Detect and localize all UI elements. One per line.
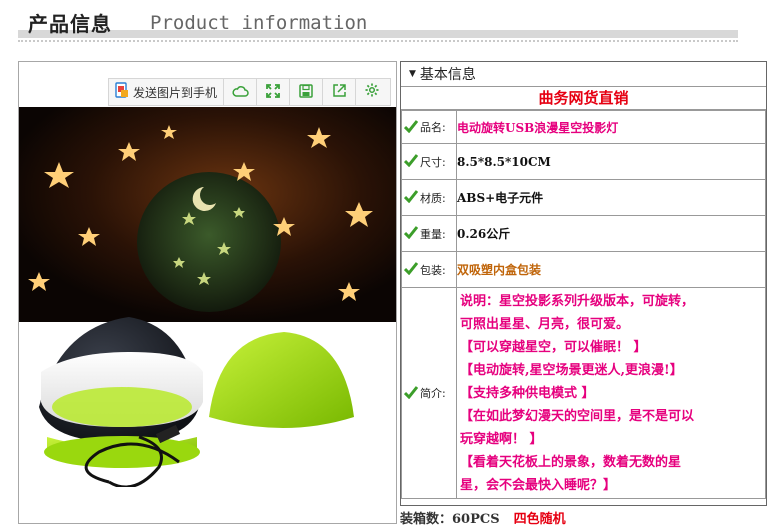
intro-line: 玩穿越啊！ 】 [460,432,543,447]
store-banner: 曲务网货直销 [401,87,766,110]
spec-label: 重量: [420,215,457,252]
spec-value: 双吸塑内盒包装 [456,251,766,288]
fullscreen-icon [266,83,280,102]
send-to-phone-button[interactable]: 发送图片到手机 [109,79,225,105]
header-divider [18,40,738,42]
cloud-button[interactable] [224,79,258,105]
product-photo [19,107,396,487]
check-icon [403,260,419,279]
fullscreen-button[interactable] [257,79,291,105]
basic-info-panel: ▼ 基本信息 曲务网货直销 品名: 电动旋转USB浪漫星空投影灯 尺寸: 8.5… [400,61,767,506]
spec-value: 0.26公斤 [456,215,766,252]
header-title-en: Product information [150,12,368,34]
color-note: 四色随机 [513,512,566,527]
send-to-phone-label: 发送图片到手机 [133,85,218,100]
check-icon [403,152,419,171]
check-icon [403,384,419,403]
save-button[interactable] [290,79,324,105]
check-icon [403,188,419,207]
spec-label: 尺寸: [420,143,457,180]
check-icon [403,224,419,243]
spec-label: 包装: [420,251,457,288]
spec-label: 简介: [420,287,457,499]
check-icon [403,118,419,137]
spec-row-size: 尺寸: 8.5*8.5*10CM [401,143,766,180]
spec-label: 品名: [420,110,457,144]
intro-line: 【可以穿越星空，可以催眠！ 】 [460,340,647,355]
spec-table: 品名: 电动旋转USB浪漫星空投影灯 尺寸: 8.5*8.5*10CM 材质: … [401,110,766,499]
intro-line: 【电动旋转,星空场景更迷人,更浪漫!】 [460,363,683,378]
spec-value: 电动旋转USB浪漫星空投影灯 [456,110,766,144]
spec-row-intro: 简介: 说明：星空投影系列升级版本，可旋转， 可照出星星、月亮，很可爱。 【可以… [401,287,766,499]
spec-row-weight: 重量: 0.26公斤 [401,215,766,252]
product-image-panel: 发送图片到手机 [18,61,397,524]
spec-row-packaging: 包装: 双吸塑内盒包装 [401,251,766,288]
section-title: 基本信息 [419,67,476,83]
intro-line: 星，会不会最快入睡呢？】 [460,478,617,493]
section-header-basic-info[interactable]: ▼ 基本信息 [401,62,766,87]
packing-info: 装箱数：60PCS 四色随机 [400,508,566,527]
settings-button[interactable] [356,79,388,105]
section-header: 产品信息 Product information [18,0,738,46]
save-icon [299,83,313,102]
settings-icon [364,82,380,102]
intro-line: 【看着天花板上的景象，数着无数的星 [460,455,682,470]
phone-image-icon [115,82,129,102]
spec-label: 材质: [420,179,457,216]
intro-line: 说明：星空投影系列升级版本，可旋转， [460,294,695,309]
intro-line: 【支持多种供电模式 】 [460,386,595,401]
spec-row-name: 品名: 电动旋转USB浪漫星空投影灯 [401,110,766,144]
spec-row-material: 材质: ABS+电子元件 [401,179,766,216]
intro-line: 可照出星星、月亮，很可爱。 [460,317,630,332]
intro-text-block: 说明：星空投影系列升级版本，可旋转， 可照出星星、月亮，很可爱。 【可以穿越星空… [456,287,766,499]
carton-quantity: 装箱数：60PCS [400,512,500,527]
share-icon [332,83,347,102]
spec-value: ABS+电子元件 [456,179,766,216]
cloud-icon [231,83,249,102]
collapse-caret-icon: ▼ [409,69,416,79]
intro-line: 【在如此梦幻漫天的空间里，是不是可以 [460,409,695,424]
header-title-cn: 产品信息 [28,12,112,36]
image-toolbar: 发送图片到手机 [108,78,391,106]
spec-value: 8.5*8.5*10CM [456,143,766,180]
header-bar [18,30,738,38]
share-button[interactable] [323,79,357,105]
